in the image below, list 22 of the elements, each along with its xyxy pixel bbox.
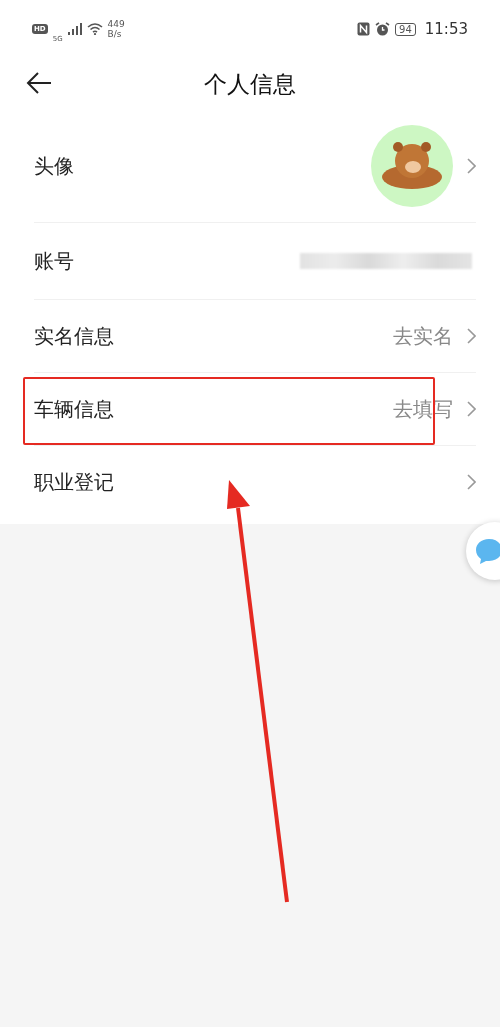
back-arrow-icon[interactable] [26, 72, 52, 94]
chat-bubble-icon [474, 537, 500, 565]
row-label: 头像 [34, 152, 74, 180]
avatar-image[interactable] [371, 125, 453, 207]
wifi-icon [86, 23, 103, 35]
nfc-icon [357, 22, 371, 36]
signal-icon [67, 23, 82, 35]
row-label: 账号 [34, 247, 74, 275]
chevron-right-icon [467, 158, 476, 174]
chevron-right-icon [467, 474, 476, 490]
row-value: 去实名 [393, 322, 453, 350]
row-label: 职业登记 [34, 468, 114, 496]
speed-value: 449 [107, 19, 125, 29]
chevron-right-icon [467, 328, 476, 344]
speed-unit: B/s [107, 29, 123, 39]
status-time: 11:53 [424, 20, 468, 38]
alarm-icon [375, 22, 391, 36]
battery-level: 94 [395, 22, 416, 36]
row-label: 实名信息 [34, 322, 114, 350]
chevron-right-icon [467, 401, 476, 417]
row-label: 车辆信息 [34, 395, 114, 423]
page-title: 个人信息 [204, 69, 296, 99]
